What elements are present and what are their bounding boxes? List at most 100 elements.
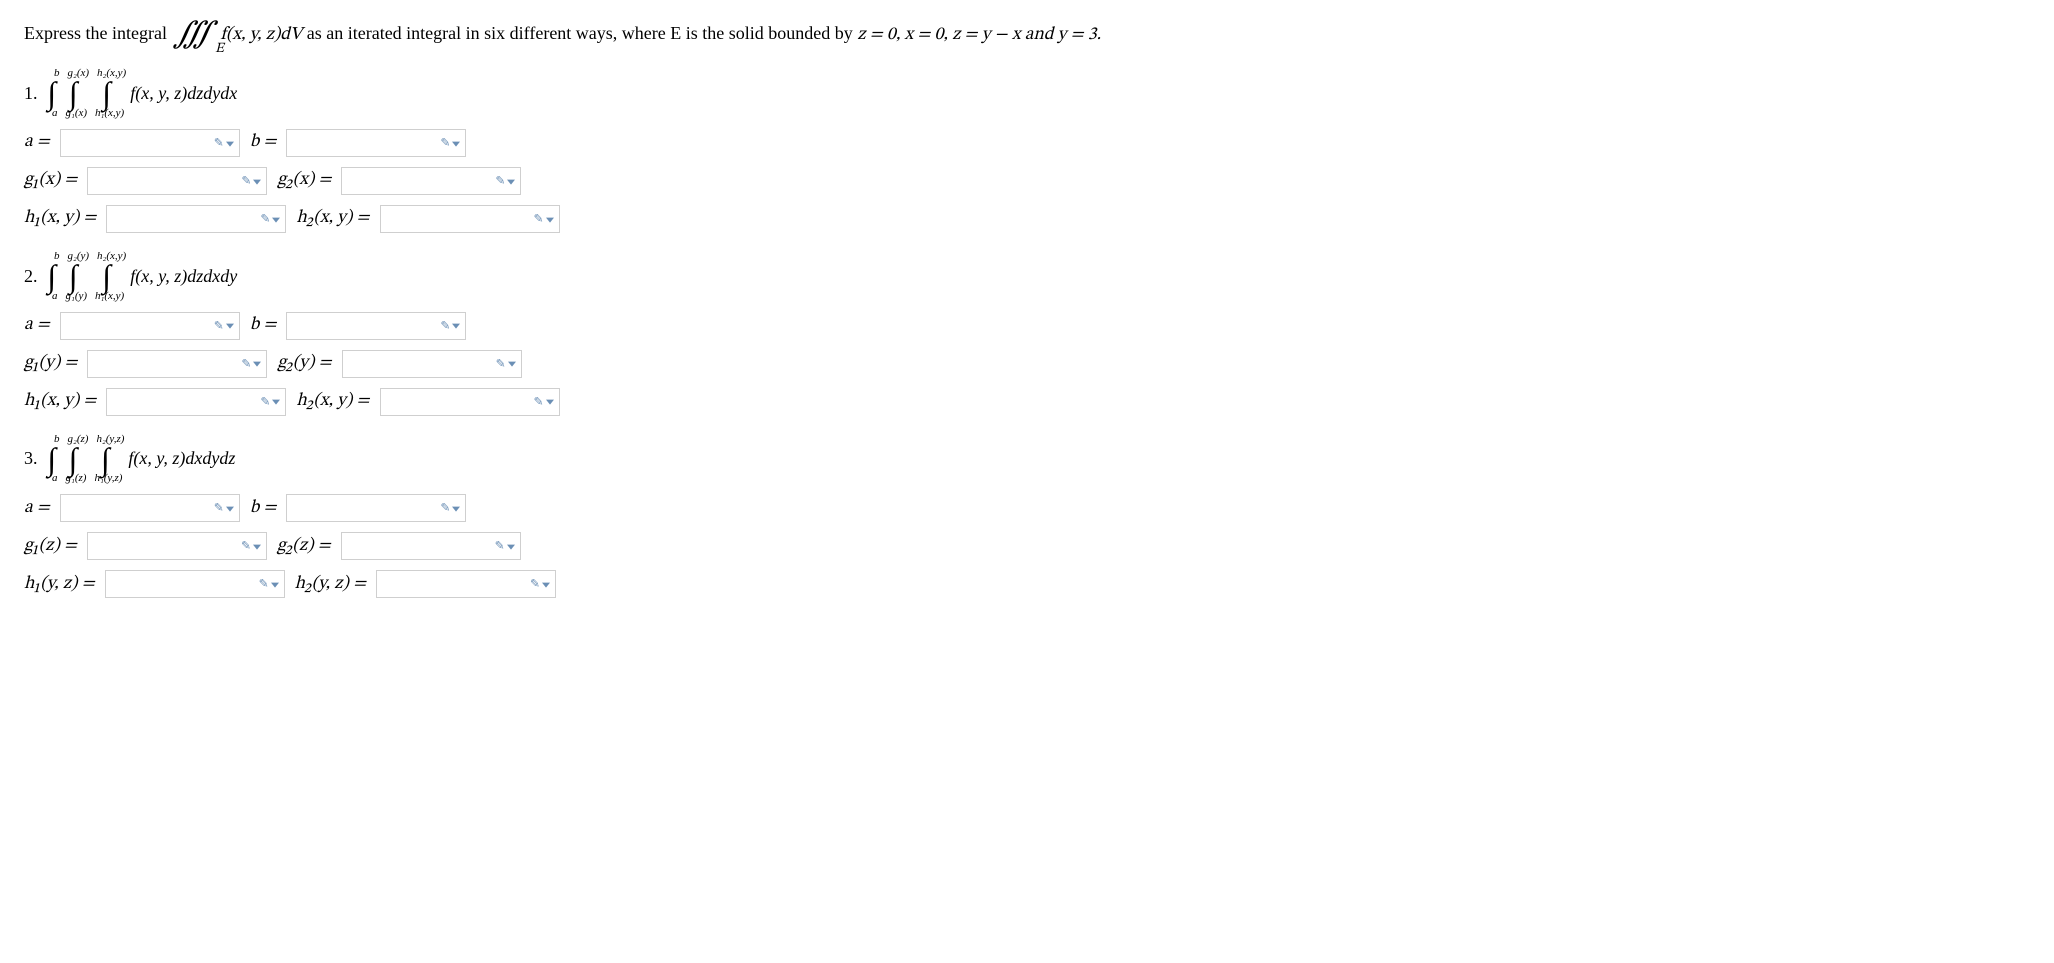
part-header: 2.b∫ag₂(y)∫g₁(y)h₂(x,y)∫h₁(x,y)f(x, y, z…: [24, 251, 2030, 302]
p1-a-input-wrap: ✎: [60, 129, 240, 157]
p3-g2-input[interactable]: [341, 532, 521, 560]
integral-sign-icon: ∫: [47, 79, 56, 108]
lower-limit: g₁(x): [66, 108, 88, 119]
part-number: 1.: [24, 81, 46, 106]
input-row: a =✎b =✎: [24, 129, 2030, 157]
integral-expression: b∫ag₂(y)∫g₁(y)h₂(x,y)∫h₁(x,y)f(x, y, z)d…: [46, 251, 237, 302]
p3-h1-label: h₁(y, z) =: [24, 572, 95, 597]
p3-g2-input-wrap: ✎: [341, 532, 521, 560]
problem-part-2: 2.b∫ag₂(y)∫g₁(y)h₂(x,y)∫h₁(x,y)f(x, y, z…: [24, 251, 2030, 416]
p3-g1-input[interactable]: [87, 532, 267, 560]
p1-g2-input[interactable]: [341, 167, 521, 195]
input-row: g₁(z) = ✎ g₂(z) = ✎: [24, 532, 2030, 560]
integral-3: h₂(y,z)∫h₁(y,z): [88, 434, 122, 485]
part-number: 2.: [24, 264, 46, 289]
p3-a-label: a =: [24, 496, 50, 521]
prompt-before: Express the integral: [24, 23, 171, 43]
p3-h2-input-wrap: ✎: [376, 570, 556, 598]
lower-limit: h₁(x,y): [95, 291, 124, 302]
p1-a-input[interactable]: [60, 129, 240, 157]
integral-sign-icon: ∫: [102, 79, 111, 108]
p2-g2-input[interactable]: [342, 350, 522, 378]
p1-g1-label: g₁(x) =: [24, 168, 77, 193]
p3-b-input[interactable]: [286, 494, 466, 522]
integral-sign-icon: ∫: [47, 262, 56, 291]
p3-h1-input[interactable]: [105, 570, 285, 598]
integrand: f(x, y, z)dzdydx: [130, 81, 237, 106]
p2-a-label: a =: [24, 313, 50, 338]
integral-sign-icon: ∫: [47, 445, 56, 474]
p3-g1-label: g₁(z) =: [24, 534, 77, 559]
region-E: E: [215, 42, 224, 56]
p1-g2-input-wrap: ✎: [341, 167, 521, 195]
integral-sign-icon: ∫: [69, 79, 78, 108]
problem-part-3: 3.b∫ag₂(z)∫g₁(z)h₂(y,z)∫h₁(y,z)f(x, y, z…: [24, 434, 2030, 599]
p1-b-input-wrap: ✎: [286, 129, 466, 157]
part-header: 3.b∫ag₂(z)∫g₁(z)h₂(y,z)∫h₁(y,z)f(x, y, z…: [24, 434, 2030, 485]
input-row: a =✎b =✎: [24, 312, 2030, 340]
input-row: g₁(y) = ✎ g₂(y) = ✎: [24, 350, 2030, 378]
p1-g1-input[interactable]: [87, 167, 267, 195]
p1-h2-input-wrap: ✎: [380, 205, 560, 233]
integral-1: b∫a: [46, 68, 58, 119]
p2-g1-input[interactable]: [87, 350, 267, 378]
p1-g2-label: g₂(x) =: [277, 168, 331, 193]
p2-h2-label: h₂(x, y) =: [296, 389, 369, 414]
p1-h1-input-wrap: ✎: [106, 205, 286, 233]
p3-a-input[interactable]: [60, 494, 240, 522]
integral-sign-icon: ∫: [102, 262, 111, 291]
p1-h2-label: h₂(x, y) =: [296, 206, 369, 231]
p3-h2-input[interactable]: [376, 570, 556, 598]
integral-1: b∫a: [46, 251, 58, 302]
integral-sign-icon: ∫: [69, 262, 78, 291]
p1-h2-input[interactable]: [380, 205, 560, 233]
p2-h1-label: h₁(x, y) =: [24, 389, 96, 414]
integrand: f(x, y, z)dxdydz: [128, 446, 235, 471]
triple-integral-symbol: ∭E: [173, 20, 213, 50]
integral-2: g₂(x)∫g₁(x): [60, 68, 88, 119]
p3-b-input-wrap: ✎: [286, 494, 466, 522]
p2-a-input[interactable]: [60, 312, 240, 340]
p2-g2-input-wrap: ✎: [342, 350, 522, 378]
lower-limit: a: [52, 473, 58, 484]
p2-b-input[interactable]: [286, 312, 466, 340]
input-row: g₁(x) =✎g₂(x) =✎: [24, 167, 2030, 195]
input-row: h₁(x, y) = ✎ h₂(x, y) = ✎: [24, 205, 2030, 233]
integral-1: b∫a: [46, 434, 58, 485]
p3-b-label: b =: [250, 496, 277, 521]
p1-h1-input[interactable]: [106, 205, 286, 233]
p2-b-label: b =: [250, 313, 277, 338]
part-number: 3.: [24, 446, 46, 471]
lower-limit: a: [52, 108, 58, 119]
integrand: f(x, y, z)dzdxdy: [130, 264, 237, 289]
p2-g1-label: g₁(y) =: [24, 351, 77, 376]
integral-sign-icon: ∫: [69, 445, 78, 474]
p2-g1-input-wrap: ✎: [87, 350, 267, 378]
prompt-bounds: z = 0, x = 0, z = y − x and y = 3.: [857, 26, 1101, 44]
p2-h2-input-wrap: ✎: [380, 388, 560, 416]
input-row: a = ✎ b = ✎: [24, 494, 2030, 522]
lower-limit: g₁(y): [66, 291, 88, 302]
lower-limit: h₁(x,y): [95, 108, 124, 119]
p3-g1-input-wrap: ✎: [87, 532, 267, 560]
prompt-after: as an iterated integral in six different…: [307, 23, 858, 43]
input-row: h₁(y, z) =✎h₂(y, z) =✎: [24, 570, 2030, 598]
p3-h1-input-wrap: ✎: [105, 570, 285, 598]
lower-limit: h₁(y,z): [94, 473, 122, 484]
p3-a-input-wrap: ✎: [60, 494, 240, 522]
p1-a-label: a =: [24, 130, 50, 155]
problem-part-1: 1.b∫ag₂(x)∫g₁(x)h₂(x,y)∫h₁(x,y)f(x, y, z…: [24, 68, 2030, 233]
part-header: 1.b∫ag₂(x)∫g₁(x)h₂(x,y)∫h₁(x,y)f(x, y, z…: [24, 68, 2030, 119]
p2-h1-input-wrap: ✎: [106, 388, 286, 416]
integral-expression: b∫ag₂(z)∫g₁(z)h₂(y,z)∫h₁(y,z)f(x, y, z)d…: [46, 434, 235, 485]
prompt-integrand: f(x, y, z)dV: [220, 26, 302, 44]
p1-b-input[interactable]: [286, 129, 466, 157]
p2-g2-label: g₂(y) =: [277, 351, 331, 376]
p1-h1-label: h₁(x, y) =: [24, 206, 96, 231]
question-prompt: Express the integral ∭E f(x, y, z)dV as …: [24, 20, 2030, 50]
integral-3: h₂(x,y)∫h₁(x,y): [89, 68, 124, 119]
p2-h1-input[interactable]: [106, 388, 286, 416]
p2-h2-input[interactable]: [380, 388, 560, 416]
p3-g2-label: g₂(z) =: [277, 534, 331, 559]
integral-sign-icon: ∫: [101, 445, 110, 474]
